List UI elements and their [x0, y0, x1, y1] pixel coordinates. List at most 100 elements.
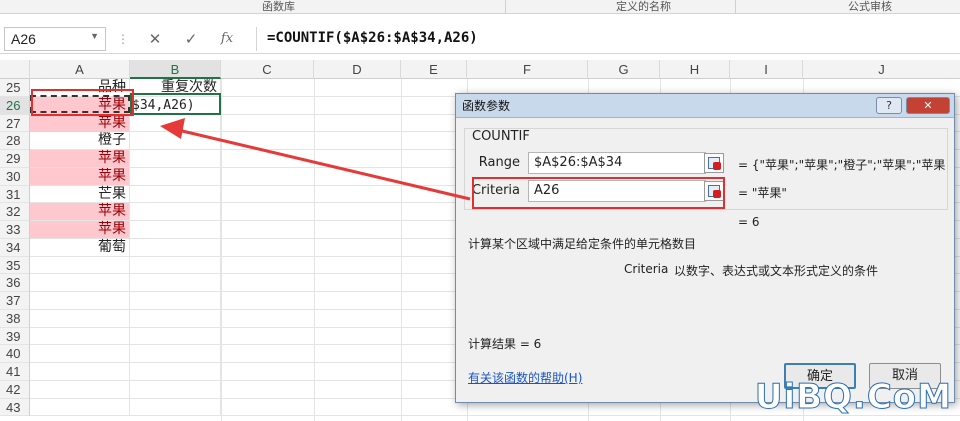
cell-a42[interactable]: [30, 380, 130, 398]
formula-bar: A26 ▼ ⋮ ✕ ✓ fx =COUNTIF($A$26:$A$34,A26): [0, 24, 960, 54]
row-header[interactable]: 43: [0, 399, 29, 417]
formula-bar-grip-icon: ⋮: [117, 32, 129, 46]
cell-b28[interactable]: [130, 132, 221, 150]
row-header[interactable]: 38: [0, 310, 29, 328]
cell-b34[interactable]: [130, 238, 221, 256]
cell-a43[interactable]: [30, 398, 130, 416]
cell-b32[interactable]: [130, 203, 221, 221]
cell-b31[interactable]: [130, 185, 221, 203]
cell-b37[interactable]: [130, 292, 221, 309]
cell-b35[interactable]: [130, 256, 221, 274]
row-header[interactable]: 42: [0, 381, 29, 399]
cell-a29[interactable]: 苹果: [30, 150, 130, 167]
row-header[interactable]: 39: [0, 328, 29, 346]
cell-a30[interactable]: 苹果: [30, 167, 130, 185]
cell-a28[interactable]: 橙子: [30, 132, 130, 150]
name-box[interactable]: A26 ▼: [4, 27, 106, 51]
active-cell-outline: [130, 93, 221, 115]
annotation-highlight-criteria: [472, 177, 725, 209]
cell-a41[interactable]: [30, 363, 130, 380]
cell-b30[interactable]: [130, 167, 221, 185]
watermark-logo: UiBQ.CoM: [754, 377, 952, 418]
column-header-bar: A B C D E F G H I J: [0, 60, 960, 79]
criteria-value-preview: = "苹果": [738, 186, 787, 200]
enter-icon[interactable]: ✓: [178, 28, 204, 50]
range-value-preview: = {"苹果";"苹果";"橙子";"苹果";"苹果: [738, 158, 946, 172]
column-header-f[interactable]: F: [467, 60, 588, 79]
formula-result-preview: = 6: [738, 215, 760, 229]
range-label: Range: [478, 155, 520, 170]
close-icon[interactable]: ✕: [906, 97, 950, 114]
column-header-d[interactable]: D: [314, 60, 401, 79]
cell-b38[interactable]: [130, 309, 221, 327]
annotation-highlight-a26: [31, 89, 134, 116]
row-header[interactable]: 35: [0, 257, 29, 275]
cell-b36[interactable]: [130, 274, 221, 292]
cancel-icon[interactable]: ✕: [142, 28, 168, 50]
row-header[interactable]: 32: [0, 203, 29, 221]
column-header-h[interactable]: H: [660, 60, 730, 79]
help-icon[interactable]: ?: [876, 97, 902, 114]
cell-b40[interactable]: [130, 345, 221, 363]
row-header[interactable]: 41: [0, 363, 29, 381]
argument-name: Criteria: [624, 262, 669, 276]
column-header-j[interactable]: J: [803, 60, 960, 79]
row-header[interactable]: 31: [0, 186, 29, 204]
function-name: COUNTIF: [472, 129, 530, 144]
column-header-g[interactable]: G: [588, 60, 660, 79]
cell-a38[interactable]: [30, 309, 130, 327]
cell-a40[interactable]: [30, 345, 130, 363]
dialog-title: 函数参数: [462, 99, 511, 113]
cell-b43[interactable]: [130, 398, 221, 416]
chevron-down-icon[interactable]: ▼: [90, 31, 99, 41]
column-header-c[interactable]: C: [221, 60, 314, 79]
name-box-value: A26: [11, 31, 36, 47]
row-header[interactable]: 40: [0, 345, 29, 363]
row-header[interactable]: 33: [0, 221, 29, 239]
row-header[interactable]: 36: [0, 274, 29, 292]
row-header[interactable]: 30: [0, 168, 29, 186]
cell-a36[interactable]: [30, 274, 130, 292]
cell-a31[interactable]: 芒果: [30, 185, 130, 203]
cell-b39[interactable]: [130, 327, 221, 345]
function-description: 计算某个区域中满足给定条件的单元格数目: [468, 237, 697, 251]
row-header[interactable]: 34: [0, 239, 29, 257]
column-header-e[interactable]: E: [401, 60, 467, 79]
row-header[interactable]: 37: [0, 292, 29, 310]
cell-b29[interactable]: [130, 150, 221, 167]
ribbon-separator: [735, 0, 736, 14]
function-arguments-dialog: 函数参数 ? ✕ COUNTIF Range $A$26:$A$34 = {"苹…: [455, 93, 955, 403]
row-header-bar: 25 26 27 28 29 30 31 32 33 34 35 36 37 3…: [0, 79, 30, 417]
ribbon-group-formula-auditing[interactable]: 公式审核: [848, 0, 892, 14]
dialog-titlebar[interactable]: 函数参数 ? ✕: [456, 94, 954, 118]
cell-b41[interactable]: [130, 363, 221, 380]
ribbon-group-defined-names[interactable]: 定义的名称: [616, 0, 671, 14]
cell-a37[interactable]: [30, 292, 130, 309]
row-header[interactable]: 29: [0, 150, 29, 168]
range-input[interactable]: $A$26:$A$34: [528, 152, 706, 174]
row-header[interactable]: 25: [0, 79, 29, 97]
column-header-i[interactable]: I: [730, 60, 803, 79]
row-header[interactable]: 27: [0, 115, 29, 133]
insert-function-icon[interactable]: fx: [214, 28, 240, 50]
row-header[interactable]: 26: [0, 96, 29, 115]
select-all-corner[interactable]: [0, 60, 30, 79]
cell-a34[interactable]: 葡萄: [30, 238, 130, 256]
cell-b27[interactable]: [130, 114, 221, 132]
ribbon-separator: [505, 0, 506, 14]
cell-a27[interactable]: 苹果: [30, 114, 130, 132]
cell-b42[interactable]: [130, 380, 221, 398]
ribbon: 函数库 定义的名称 公式审核: [0, 0, 960, 14]
ribbon-group-function-library[interactable]: 函数库: [262, 0, 295, 14]
formula-input[interactable]: =COUNTIF($A$26:$A$34,A26): [256, 27, 956, 51]
cell-b33[interactable]: [130, 221, 221, 238]
column-header-b[interactable]: B: [130, 60, 221, 79]
collapse-dialog-icon[interactable]: [704, 153, 724, 173]
cell-a39[interactable]: [30, 327, 130, 345]
column-header-a[interactable]: A: [30, 60, 130, 79]
cell-a33[interactable]: 苹果: [30, 221, 130, 238]
row-header[interactable]: 28: [0, 132, 29, 150]
function-help-link[interactable]: 有关该函数的帮助(H): [468, 369, 582, 386]
cell-a35[interactable]: [30, 256, 130, 274]
cell-a32[interactable]: 苹果: [30, 203, 130, 221]
